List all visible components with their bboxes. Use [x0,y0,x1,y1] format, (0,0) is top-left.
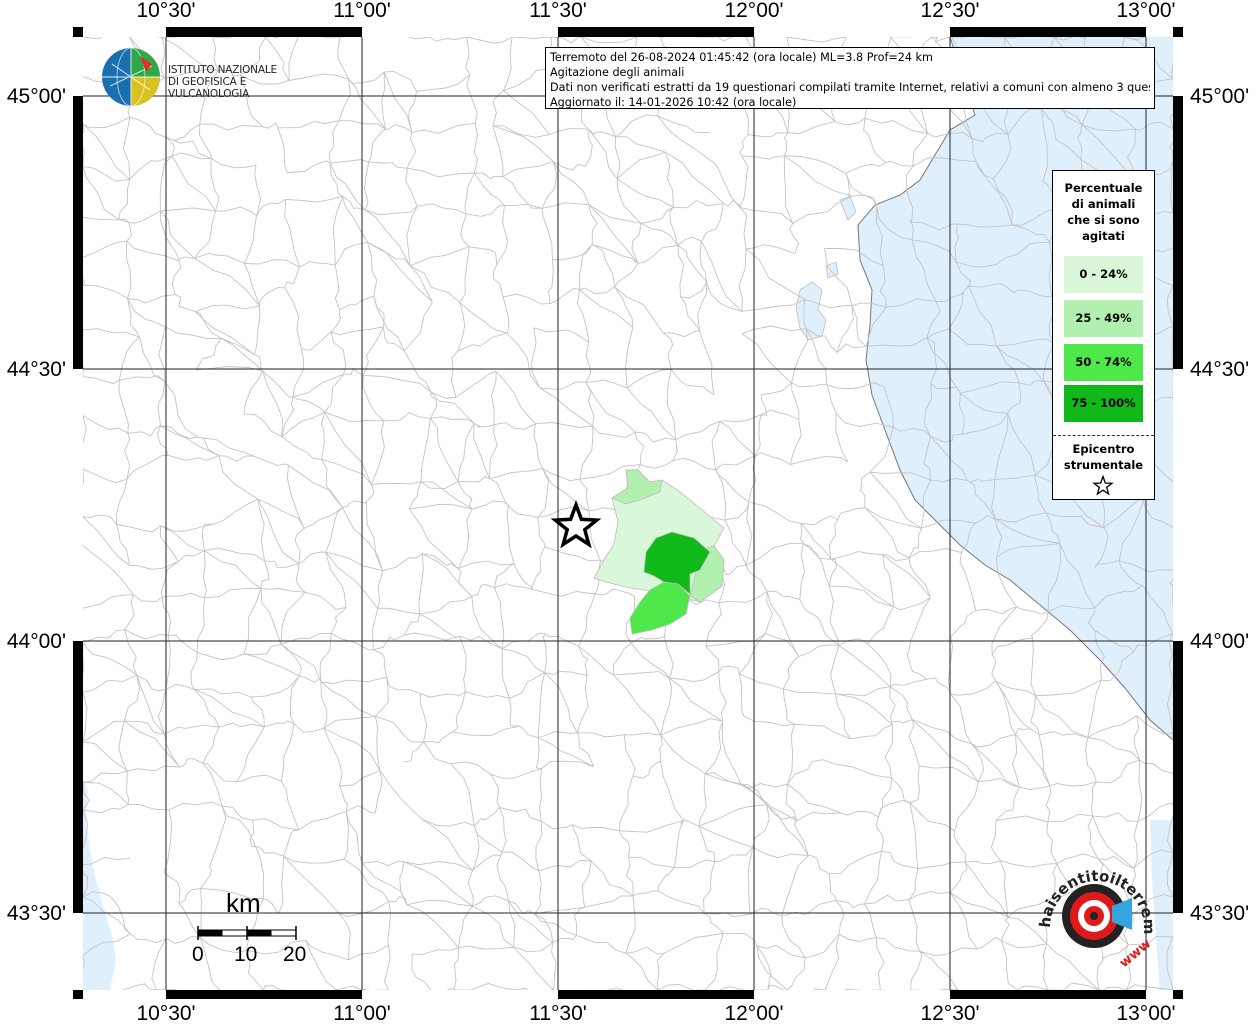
legend-class-75-100: 75 - 100% [1064,385,1143,422]
frame-segment [362,990,558,999]
frame-segment [83,27,166,37]
legend: Percentuale di animali che si sono agita… [1052,170,1155,500]
latitude-labels-left: 45°00' 44°30' 44°00' 43°30' [7,85,66,925]
frame-segment [950,990,1146,999]
frame-segment [73,369,83,641]
frame-segment [1173,369,1183,641]
legend-class-0-24: 0 - 24% [1064,256,1143,293]
frame-segment [73,37,83,96]
epicenter-legend-label: Epicentro strumentale [1053,441,1154,473]
lat-label: 43°30' [1190,902,1249,925]
lon-label: 11°00' [333,0,391,22]
lat-label: 44°30' [1190,358,1249,381]
lon-label: 12°00' [724,0,783,22]
data-note: Dati non verificati estratti da 19 quest… [550,81,1150,94]
globe-icon [102,47,160,107]
legend-title-line: di animali [1071,197,1136,211]
longitude-labels-bottom: 10°30' 11°00' 11°30' 12°00' 12°30' 13°00… [136,1002,1175,1024]
lat-label: 43°30' [7,902,66,925]
legend-class-50-74: 50 - 74% [1064,344,1143,381]
frame-segment [1173,641,1183,913]
frame-segment [166,27,362,37]
frame-segment [558,990,754,999]
epicenter-label-line: strumentale [1063,458,1144,472]
lon-label: 12°00' [724,1002,783,1024]
frame-segment [73,96,83,369]
longitude-labels-top: 10°30' 11°00' 11°30' 12°00' 12°30' 13°00… [136,0,1175,22]
frame-segment [83,990,166,999]
scale-tick: 10 [234,943,258,966]
lon-label: 13°00' [1116,0,1175,22]
legend-title: Percentuale di animali che si sono agita… [1053,180,1154,244]
frame-segment [1146,990,1173,999]
frame-segment [1173,913,1183,990]
frame-segment [166,990,362,999]
star-icon [1092,475,1114,496]
watermark-url: www [1117,936,1154,971]
frame-segment [362,27,558,37]
lat-label: 45°00' [7,85,66,108]
lon-label: 11°30' [529,0,587,22]
frame-segment [754,990,950,999]
lat-label: 44°00' [1190,630,1249,653]
frame-segment [950,27,1146,37]
epicenter-label-line: Epicentro [1072,442,1135,456]
event-info-box: Terremoto del 26-08-2024 01:45:42 (ora l… [545,47,1155,109]
lat-label: 45°00' [1190,85,1249,108]
lat-label: 44°00' [7,630,66,653]
legend-title-line: che si sono [1067,213,1140,227]
lon-label: 10°30' [136,1002,195,1024]
ingv-logo: ISTITUTO NAZIONALE DI GEOFISICA E VULCAN… [100,46,330,108]
haisentito-logo: haisentitoilterremoto.it www [1032,858,1158,971]
frame-segment [754,27,950,37]
frame-segment [1173,96,1183,369]
scale-unit: km [226,888,261,918]
lon-label: 11°00' [333,1002,391,1024]
lon-label: 10°30' [136,0,195,22]
institute-name-line2: DI GEOFISICA E VULCANOLOGIA [168,76,250,100]
legend-title-line: Percentuale [1064,181,1143,195]
legend-title-line: agitati [1082,229,1125,243]
scale-tick: 0 [192,943,204,966]
lat-label: 44°30' [7,358,66,381]
frame-segment [73,641,83,913]
lon-label: 11°30' [529,1002,587,1024]
legend-class-25-49: 25 - 49% [1064,300,1143,337]
legend-divider [1053,435,1154,436]
event-title: Terremoto del 26-08-2024 01:45:42 (ora l… [550,51,933,64]
lon-label: 13°00' [1116,1002,1175,1024]
lon-label: 12°30' [920,0,979,22]
scale-tick: 20 [283,943,307,966]
lon-label: 12°30' [920,1002,979,1024]
updated-date: Aggiornato il: 14-01-2026 10:42 (ora loc… [550,96,797,109]
institute-name-line1: ISTITUTO NAZIONALE [168,64,277,76]
frame-segment [1173,37,1183,96]
frame-segment [1146,27,1173,37]
map-subject: Agitazione degli animali [550,66,685,79]
latitude-labels-right: 45°00' 44°30' 44°00' 43°30' [1190,85,1249,925]
frame-segment [73,913,83,990]
frame-segment [558,27,754,37]
